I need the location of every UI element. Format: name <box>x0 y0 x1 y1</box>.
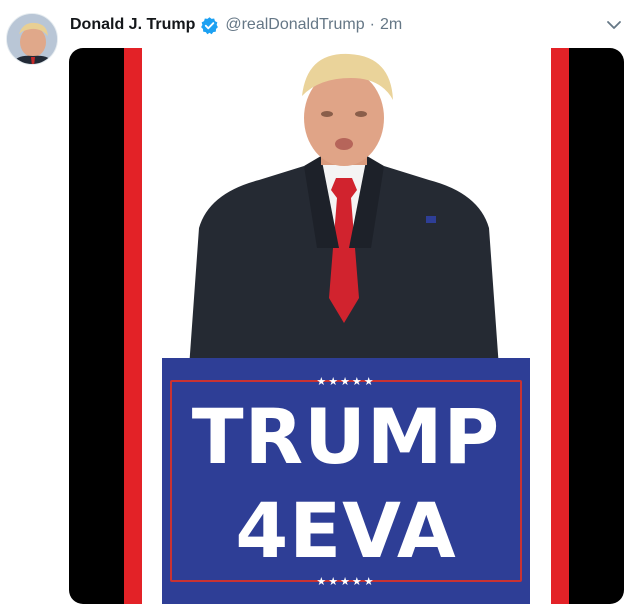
verified-badge-icon <box>200 16 219 35</box>
stars-top: ★★★★★ <box>316 376 376 388</box>
left-red-stripe <box>124 48 142 604</box>
separator-dot: · <box>369 16 375 33</box>
tweet-author-row: Donald J. Trump @realDonaldTrump · 2m <box>70 14 402 36</box>
display-name[interactable]: Donald J. Trump <box>70 16 195 34</box>
right-red-stripe <box>551 48 569 604</box>
user-handle[interactable]: @realDonaldTrump <box>225 16 364 34</box>
sign-text-line1: TRUMP <box>191 392 501 481</box>
stars-bottom: ★★★★★ <box>316 576 376 588</box>
tweet-media-video[interactable]: ★★★★★ TRUMP 4EVA ★★★★★ <box>69 48 624 604</box>
sign-text-line2: 4EVA <box>235 486 457 575</box>
chevron-down-icon[interactable] <box>606 17 622 33</box>
avatar[interactable] <box>6 13 58 65</box>
timestamp[interactable]: 2m <box>380 16 402 34</box>
person-figure-image <box>189 48 499 368</box>
campaign-sign: ★★★★★ TRUMP 4EVA ★★★★★ <box>162 358 530 604</box>
video-frame: ★★★★★ TRUMP 4EVA ★★★★★ <box>124 48 569 604</box>
tweet-header: Donald J. Trump @realDonaldTrump · 2m <box>0 0 640 65</box>
